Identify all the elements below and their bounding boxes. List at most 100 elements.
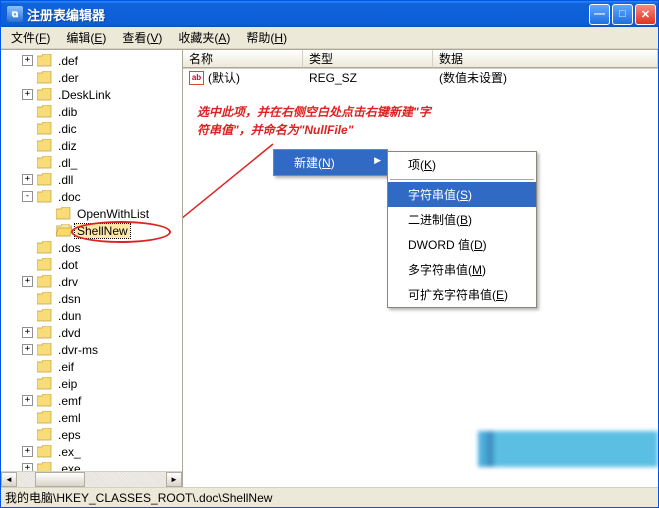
list-body[interactable]: ab(默认) REG_SZ (数值未设置) 选中此项，并在右侧空白处点击右键新建… — [183, 69, 658, 487]
close-button[interactable]: ✕ — [635, 4, 656, 25]
tree-node[interactable]: +.emf — [3, 392, 182, 409]
titlebar[interactable]: ⧉ 注册表编辑器 — □ ✕ — [1, 1, 658, 27]
tree-node[interactable]: + .dvr-ms — [3, 341, 182, 358]
context-subitem[interactable]: 可扩充字符串值(E) — [388, 282, 536, 307]
tree-label: .eps — [56, 428, 83, 442]
tree-node[interactable]: +.dsn — [3, 290, 182, 307]
menu-separator — [390, 179, 534, 180]
folder-icon — [56, 207, 72, 220]
col-type[interactable]: 类型 — [303, 50, 433, 68]
expand-toggle[interactable]: - — [22, 191, 33, 202]
context-submenu[interactable]: 项(K) 字符串值(S)二进制值(B)DWORD 值(D)多字符串值(M)可扩充字… — [387, 151, 537, 308]
menu-f[interactable]: 文件(F) — [3, 27, 58, 48]
folder-icon — [37, 173, 53, 186]
tree-node[interactable]: +OpenWithList — [3, 205, 182, 222]
expand-toggle[interactable]: + — [22, 327, 33, 338]
context-item-new[interactable]: 新建(N) ▶ — [274, 150, 387, 175]
tree-label: .dsn — [56, 292, 83, 306]
registry-editor-window: ⧉ 注册表编辑器 — □ ✕ 文件(F)编辑(E)查看(V)收藏夹(A)帮助(H… — [0, 0, 659, 508]
expand-toggle[interactable]: + — [22, 89, 33, 100]
maximize-button[interactable]: □ — [612, 4, 633, 25]
list-header[interactable]: 名称 类型 数据 — [183, 50, 658, 69]
annotation-text: 选中此项，并在右侧空白处点击右键新建"字 符串值"，并命名为"NullFile" — [197, 103, 431, 139]
tree-pane[interactable]: +.def+.der+.DeskLink+.dib+.dic+.diz+.dl_… — [1, 50, 183, 487]
expand-toggle[interactable]: + — [22, 395, 33, 406]
tree-label: .drv — [56, 275, 80, 289]
expand-toggle: + — [22, 361, 33, 372]
tree-node[interactable]: + .DeskLink — [3, 86, 182, 103]
tree-node[interactable]: +.def — [3, 52, 182, 69]
tree-label: .der — [56, 71, 81, 85]
folder-icon — [37, 71, 53, 84]
context-subitem[interactable]: 多字符串值(M) — [388, 257, 536, 282]
tree-node[interactable]: +.eif — [3, 358, 182, 375]
watermark — [478, 431, 658, 467]
expand-toggle: + — [22, 242, 33, 253]
tree-node[interactable]: +.dib — [3, 103, 182, 120]
folder-icon — [37, 462, 53, 471]
menu-e[interactable]: 编辑(E) — [58, 27, 114, 48]
expand-toggle: + — [22, 378, 33, 389]
tree-node[interactable]: +.dic — [3, 120, 182, 137]
expand-toggle: + — [41, 225, 52, 236]
expand-toggle[interactable]: + — [22, 55, 33, 66]
tree-node[interactable]: +.dvd — [3, 324, 182, 341]
tree-node[interactable]: + .drv — [3, 273, 182, 290]
folder-icon — [37, 105, 53, 118]
context-menu[interactable]: 新建(N) ▶ — [273, 149, 388, 176]
folder-icon — [37, 360, 53, 373]
menu-h[interactable]: 帮助(H) — [238, 27, 295, 48]
tree-label: .exe — [56, 462, 83, 472]
folder-icon — [37, 190, 53, 203]
tree-node[interactable]: +.ex_ — [3, 443, 182, 460]
expand-toggle[interactable]: + — [22, 446, 33, 457]
app-icon: ⧉ — [7, 6, 23, 22]
tree-label: .DeskLink — [56, 88, 113, 102]
expand-toggle: + — [22, 310, 33, 321]
scroll-track[interactable] — [17, 472, 166, 487]
tree-label: .dib — [56, 105, 79, 119]
tree-node[interactable]: +ShellNew — [3, 222, 182, 239]
minimize-button[interactable]: — — [589, 4, 610, 25]
tree-node[interactable]: +.der — [3, 69, 182, 86]
tree-node[interactable]: +.eip — [3, 375, 182, 392]
tree-node[interactable]: +.dot — [3, 256, 182, 273]
tree-node[interactable]: +.dun — [3, 307, 182, 324]
statusbar: 我的电脑\HKEY_CLASSES_ROOT\.doc\ShellNew — [1, 487, 658, 507]
tree-node[interactable]: -.doc — [3, 188, 182, 205]
scroll-thumb[interactable] — [35, 472, 85, 487]
context-subitem[interactable]: 字符串值(S) — [388, 182, 536, 207]
tree-label: .dll — [56, 173, 75, 187]
expand-toggle[interactable]: + — [22, 344, 33, 355]
menu-a[interactable]: 收藏夹(A) — [170, 27, 238, 48]
menubar: 文件(F)编辑(E)查看(V)收藏夹(A)帮助(H) — [1, 27, 658, 49]
folder-icon — [37, 292, 53, 305]
tree-node[interactable]: +.eps — [3, 426, 182, 443]
col-data[interactable]: 数据 — [433, 50, 658, 68]
col-name[interactable]: 名称 — [183, 50, 303, 68]
list-pane[interactable]: 名称 类型 数据 ab(默认) REG_SZ (数值未设置) 选中此项，并在右侧… — [183, 50, 658, 487]
tree-node[interactable]: + .dll — [3, 171, 182, 188]
expand-toggle[interactable]: + — [22, 463, 33, 471]
tree-node[interactable]: +.eml — [3, 409, 182, 426]
tree-label: OpenWithList — [75, 207, 151, 221]
context-subitem[interactable]: 项(K) — [388, 152, 536, 177]
expand-toggle: + — [22, 157, 33, 168]
context-subitem[interactable]: 二进制值(B) — [388, 207, 536, 232]
tree-node[interactable]: + .exe — [3, 460, 182, 471]
folder-icon — [37, 156, 53, 169]
tree-label: .dvr-ms — [56, 343, 100, 357]
scroll-left-button[interactable]: ◄ — [1, 472, 17, 487]
scroll-right-button[interactable]: ► — [166, 472, 182, 487]
expand-toggle: + — [22, 140, 33, 151]
list-row[interactable]: ab(默认) REG_SZ (数值未设置) — [183, 69, 658, 86]
menu-v[interactable]: 查看(V) — [114, 27, 170, 48]
tree-scrollbar[interactable]: ◄ ► — [1, 471, 182, 487]
expand-toggle[interactable]: + — [22, 276, 33, 287]
tree-node[interactable]: +.dl_ — [3, 154, 182, 171]
expand-toggle[interactable]: + — [22, 174, 33, 185]
tree-node[interactable]: +.dos — [3, 239, 182, 256]
tree-node[interactable]: +.diz — [3, 137, 182, 154]
tree-label: .dic — [56, 122, 79, 136]
context-subitem[interactable]: DWORD 值(D) — [388, 232, 536, 257]
